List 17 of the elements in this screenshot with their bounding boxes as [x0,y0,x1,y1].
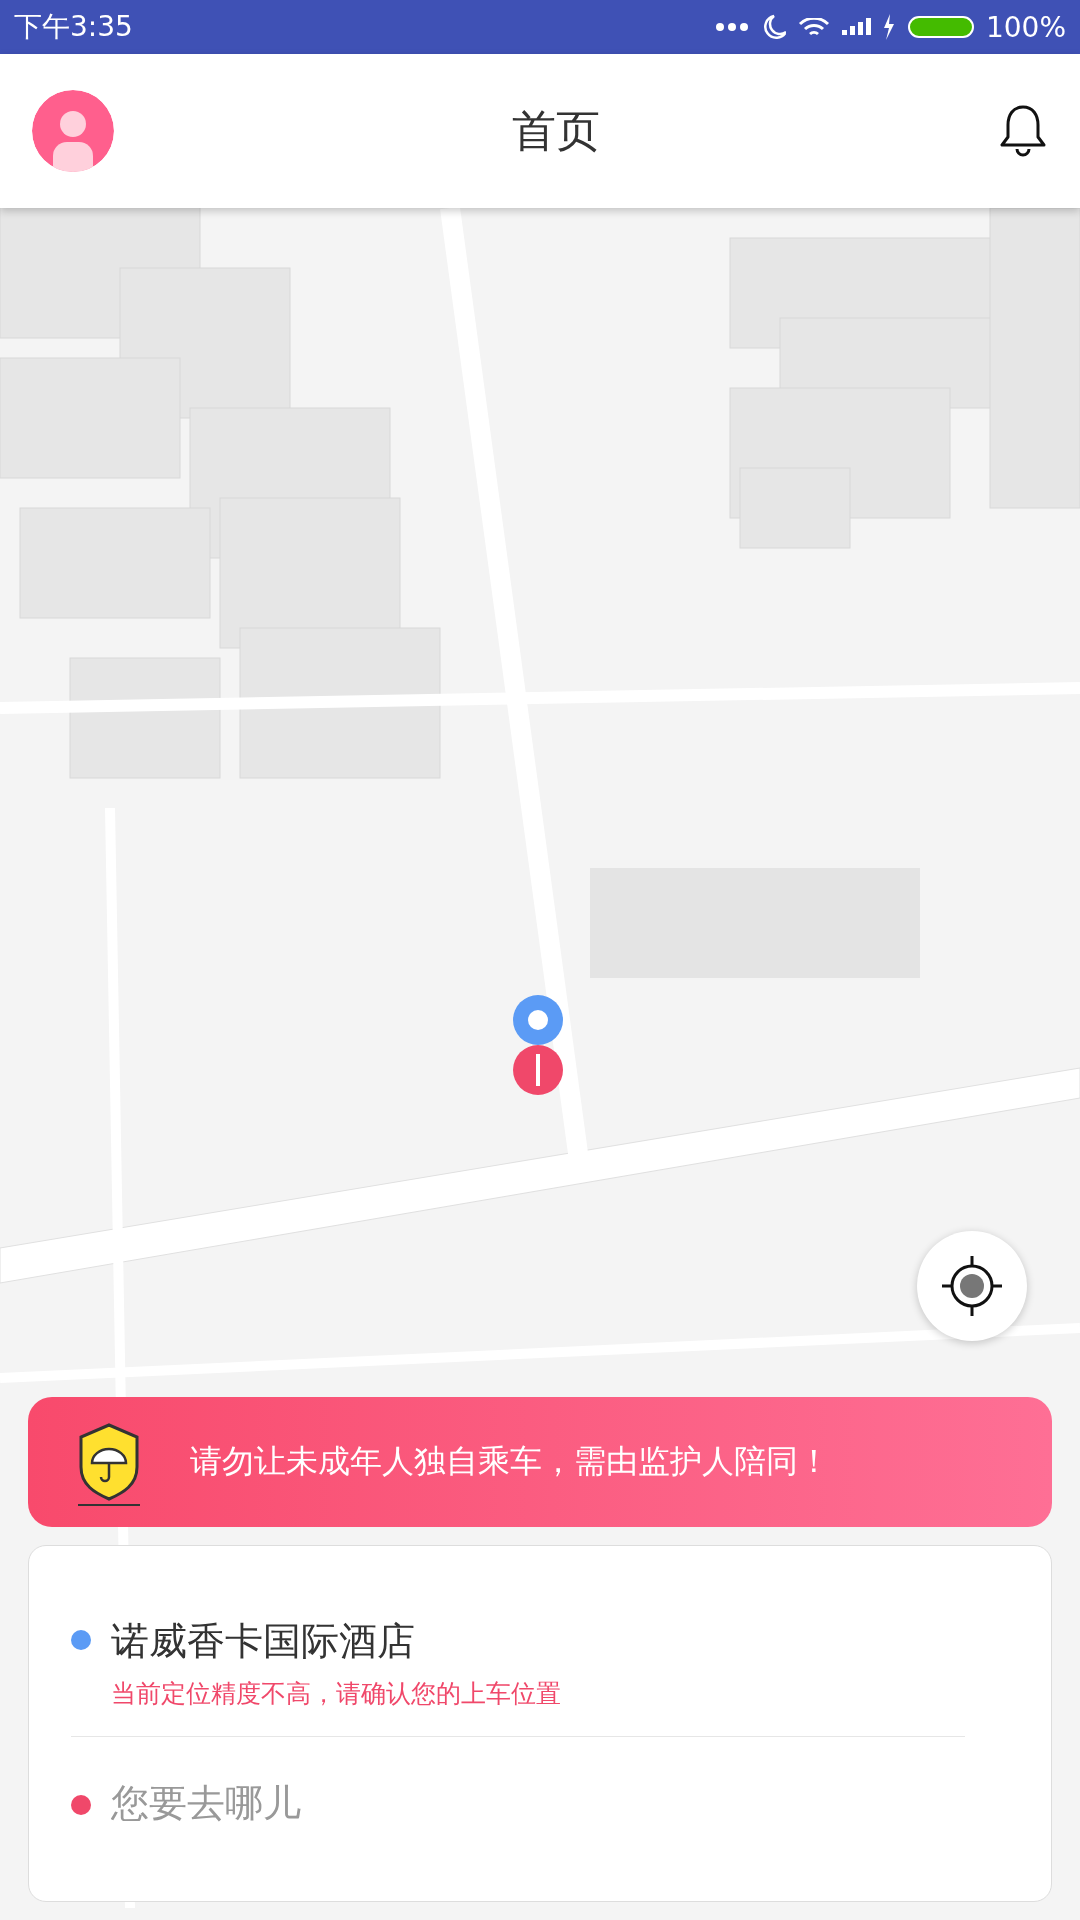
avatar[interactable] [32,90,114,172]
battery-icon [907,16,974,38]
destination-field[interactable]: 您要去哪儿 [111,1781,965,1825]
more-dots-icon [713,22,750,32]
crosshair-icon [940,1254,1004,1318]
wifi-icon [797,18,830,36]
location-warning: 当前定位精度不高，请确认您的上车位置 [111,1678,562,1710]
moon-icon [761,14,786,40]
notice-text: 请勿让未成年人独自乘车，需由监护人陪同！ [190,1441,830,1482]
battery-percent: 100% [985,10,1066,44]
bell-icon[interactable] [998,103,1048,159]
pickup-location[interactable]: 诺威香卡国际酒店 [111,1616,965,1667]
charging-icon [883,14,896,40]
location-pin-icon [510,994,566,1098]
page-title: 首页 [512,103,600,158]
signal-icon [841,18,872,36]
status-time: 下午3:35 [14,9,133,45]
